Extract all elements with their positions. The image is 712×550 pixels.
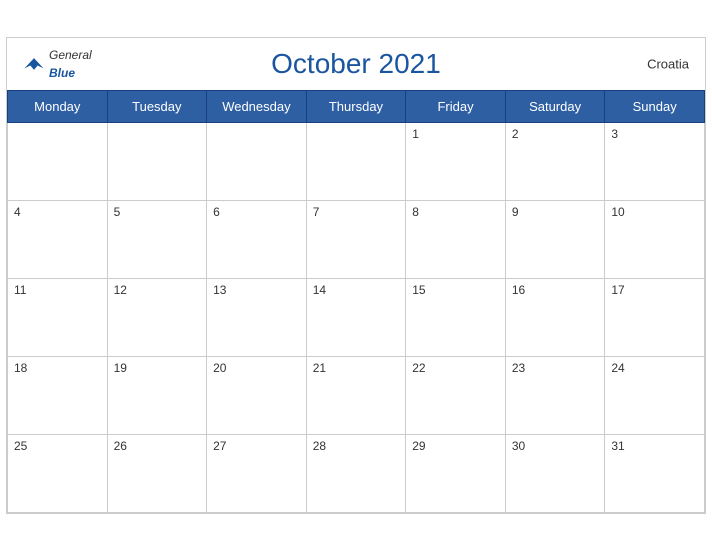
calendar-week-row: 4 5 6 7 8 9 10 (8, 200, 705, 278)
calendar-day-cell: 22 (406, 356, 506, 434)
calendar-day-cell: 27 (207, 434, 307, 512)
calendar-day-cell: 2 (505, 122, 605, 200)
calendar-day-cell (107, 122, 207, 200)
day-number: 12 (114, 283, 127, 297)
calendar-day-cell: 16 (505, 278, 605, 356)
header-tuesday: Tuesday (107, 90, 207, 122)
day-number: 9 (512, 205, 519, 219)
calendar-day-cell: 5 (107, 200, 207, 278)
day-number: 26 (114, 439, 127, 453)
calendar-title: October 2021 (271, 48, 441, 80)
day-number: 17 (611, 283, 624, 297)
calendar-day-cell: 31 (605, 434, 705, 512)
day-number: 8 (412, 205, 419, 219)
day-number: 1 (412, 127, 419, 141)
logo-blue-text: Blue (49, 66, 75, 80)
calendar-week-row: 11 12 13 14 15 16 17 (8, 278, 705, 356)
calendar-day-cell: 28 (306, 434, 406, 512)
day-number: 4 (14, 205, 21, 219)
day-number: 15 (412, 283, 425, 297)
day-number: 30 (512, 439, 525, 453)
day-number: 16 (512, 283, 525, 297)
calendar-day-cell: 24 (605, 356, 705, 434)
calendar-day-cell: 7 (306, 200, 406, 278)
calendar-day-cell: 12 (107, 278, 207, 356)
calendar-day-cell: 20 (207, 356, 307, 434)
day-number: 27 (213, 439, 226, 453)
calendar-week-row: 1 2 3 (8, 122, 705, 200)
calendar-day-cell: 29 (406, 434, 506, 512)
day-number: 14 (313, 283, 326, 297)
calendar-day-cell: 14 (306, 278, 406, 356)
day-number: 6 (213, 205, 220, 219)
calendar-week-row: 25 26 27 28 29 30 31 (8, 434, 705, 512)
country-label: Croatia (647, 56, 689, 71)
calendar-day-cell (306, 122, 406, 200)
day-number: 22 (412, 361, 425, 375)
day-number: 11 (14, 283, 26, 297)
header-saturday: Saturday (505, 90, 605, 122)
calendar-day-cell: 11 (8, 278, 108, 356)
calendar-day-cell: 9 (505, 200, 605, 278)
logo-general-text: General (49, 48, 92, 62)
day-number: 23 (512, 361, 525, 375)
calendar-day-cell: 21 (306, 356, 406, 434)
calendar-day-cell: 13 (207, 278, 307, 356)
day-number: 10 (611, 205, 624, 219)
header-wednesday: Wednesday (207, 90, 307, 122)
day-number: 3 (611, 127, 618, 141)
day-number: 28 (313, 439, 326, 453)
calendar-table: Monday Tuesday Wednesday Thursday Friday… (7, 90, 705, 513)
calendar-day-cell: 30 (505, 434, 605, 512)
calendar-day-cell: 18 (8, 356, 108, 434)
logo-bird-icon (23, 55, 45, 73)
calendar-day-cell (207, 122, 307, 200)
calendar-week-row: 18 19 20 21 22 23 24 (8, 356, 705, 434)
logo: General Blue (23, 46, 92, 82)
day-number: 5 (114, 205, 121, 219)
day-number: 7 (313, 205, 320, 219)
day-number: 24 (611, 361, 624, 375)
header-thursday: Thursday (306, 90, 406, 122)
calendar-day-cell (8, 122, 108, 200)
calendar-day-cell: 8 (406, 200, 506, 278)
calendar-body: 1234567891011121314151617181920212223242… (8, 122, 705, 512)
calendar-day-cell: 3 (605, 122, 705, 200)
calendar-day-cell: 4 (8, 200, 108, 278)
day-number: 29 (412, 439, 425, 453)
header-monday: Monday (8, 90, 108, 122)
day-number: 13 (213, 283, 226, 297)
calendar-day-cell: 1 (406, 122, 506, 200)
calendar-day-cell: 17 (605, 278, 705, 356)
day-number: 25 (14, 439, 27, 453)
day-number: 19 (114, 361, 127, 375)
day-number: 20 (213, 361, 226, 375)
day-number: 18 (14, 361, 27, 375)
calendar-header: General Blue October 2021 Croatia (7, 38, 705, 90)
calendar-day-cell: 25 (8, 434, 108, 512)
calendar-day-cell: 19 (107, 356, 207, 434)
calendar: General Blue October 2021 Croatia Monday… (6, 37, 706, 514)
weekday-header-row: Monday Tuesday Wednesday Thursday Friday… (8, 90, 705, 122)
day-number: 2 (512, 127, 519, 141)
calendar-day-cell: 10 (605, 200, 705, 278)
calendar-day-cell: 15 (406, 278, 506, 356)
header-sunday: Sunday (605, 90, 705, 122)
header-friday: Friday (406, 90, 506, 122)
day-number: 31 (611, 439, 624, 453)
calendar-day-cell: 23 (505, 356, 605, 434)
calendar-day-cell: 6 (207, 200, 307, 278)
calendar-day-cell: 26 (107, 434, 207, 512)
day-number: 21 (313, 361, 326, 375)
